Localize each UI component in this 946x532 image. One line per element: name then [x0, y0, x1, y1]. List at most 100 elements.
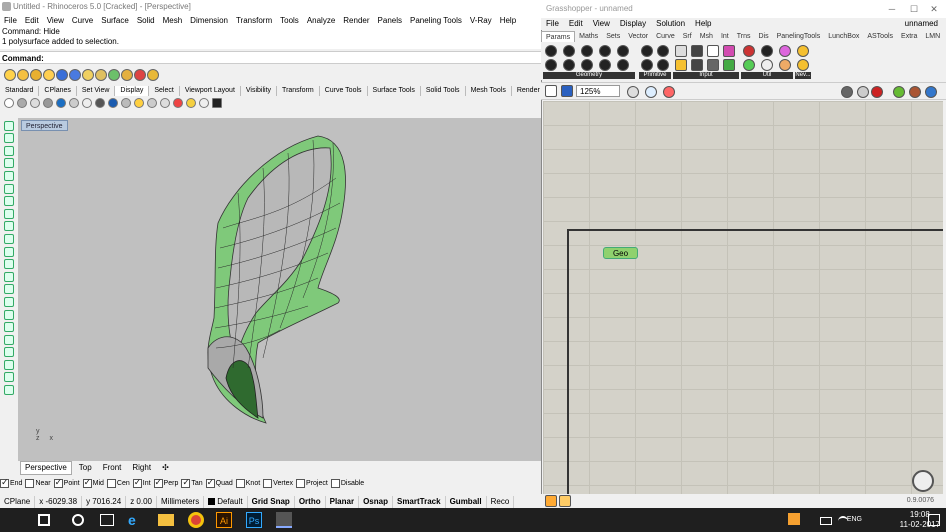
osnap-end[interactable]: End	[0, 477, 22, 488]
extrude-tool-icon[interactable]	[4, 271, 14, 282]
search-icon[interactable]	[72, 514, 84, 526]
osnap-tan[interactable]: Tan	[181, 477, 203, 488]
curvature-icon[interactable]	[160, 98, 170, 108]
environment-icon[interactable]	[186, 98, 196, 108]
param-integer-icon[interactable]	[641, 59, 653, 71]
curve-tool-icon[interactable]	[4, 158, 14, 169]
checkbox[interactable]	[181, 477, 191, 488]
info-icon[interactable]	[925, 86, 937, 98]
shaded-icon[interactable]	[17, 98, 27, 108]
viewport-tab-add[interactable]: ✣	[158, 462, 173, 474]
param-curve-icon[interactable]	[599, 45, 611, 57]
checkbox[interactable]	[235, 478, 245, 488]
command-input[interactable]: Command:	[0, 51, 541, 64]
geo-parameter-component[interactable]: Geo	[603, 247, 638, 259]
menu-analyze[interactable]: Analyze	[303, 14, 339, 27]
mesh-display-icon[interactable]	[147, 98, 157, 108]
menu-view[interactable]: View	[43, 14, 68, 27]
photoshop-icon[interactable]: Ps	[246, 512, 262, 528]
circle-tool-icon[interactable]	[4, 170, 14, 181]
menu-help[interactable]: Help	[496, 14, 520, 27]
render-icon[interactable]	[69, 69, 81, 81]
save-file-icon[interactable]	[30, 69, 42, 81]
viewport-tab-front[interactable]: Front	[99, 462, 126, 474]
checkbox[interactable]	[205, 477, 215, 488]
input-toggle-icon[interactable]	[707, 59, 719, 71]
viewport-tab-right[interactable]: Right	[128, 462, 155, 474]
checkbox[interactable]	[330, 478, 340, 488]
zoom-icon[interactable]	[95, 69, 107, 81]
param-circle-icon[interactable]	[581, 45, 593, 57]
zebra-icon[interactable]	[173, 98, 183, 108]
sketch-icon[interactable]	[663, 86, 675, 98]
osnap-disable[interactable]: Disable	[330, 478, 364, 488]
gh-tab-lmn[interactable]: LMN	[921, 31, 944, 42]
save-doc-icon[interactable]	[561, 85, 573, 97]
osnap-perp[interactable]: Perp	[153, 477, 178, 488]
taskbar-clock[interactable]: 19:08 11-02-2017	[900, 510, 940, 530]
param-brep-icon[interactable]	[563, 45, 575, 57]
gh-tab-trns[interactable]: Trns	[733, 31, 755, 42]
checkbox[interactable]	[296, 478, 306, 488]
input-panel-icon[interactable]	[675, 45, 687, 57]
gh-status-icon-2[interactable]	[559, 495, 571, 507]
tab-mesh-tools[interactable]: Mesh Tools	[466, 86, 512, 96]
gh-menu-file[interactable]: File	[541, 18, 564, 30]
tab-surface-tools[interactable]: Surface Tools	[368, 86, 421, 96]
preview-eye-icon[interactable]	[645, 86, 657, 98]
settings-icon[interactable]	[147, 69, 159, 81]
document-settings-icon[interactable]	[909, 86, 921, 98]
display-mode-icon[interactable]	[841, 86, 853, 98]
menu-tools[interactable]: Tools	[276, 14, 303, 27]
input-slider-icon[interactable]	[691, 59, 703, 71]
osnap-knot[interactable]: Knot	[235, 478, 260, 488]
display-options-icon[interactable]	[121, 98, 131, 108]
gh-tab-maths[interactable]: Maths	[575, 31, 602, 42]
wireframe-icon[interactable]	[4, 98, 14, 108]
gh-tab-vector[interactable]: Vector	[624, 31, 652, 42]
arc-tool-icon[interactable]	[4, 183, 14, 194]
mesh-tool-icon[interactable]	[4, 309, 14, 320]
osnap-vertex[interactable]: Vertex	[263, 478, 293, 488]
osnap-cen[interactable]: Cen	[106, 478, 130, 488]
chrome-icon[interactable]	[188, 512, 204, 528]
gh-tab-msh[interactable]: Msh	[696, 31, 717, 42]
menu-transform[interactable]: Transform	[232, 14, 276, 27]
param-colour-icon[interactable]	[657, 45, 669, 57]
gh-menu-view[interactable]: View	[588, 18, 615, 30]
disable-preview-icon[interactable]	[857, 86, 869, 98]
tab-transform[interactable]: Transform	[277, 86, 320, 96]
status-units[interactable]: Millimeters	[157, 496, 205, 508]
checkbox[interactable]	[25, 478, 35, 488]
toggle-planar[interactable]: Planar	[326, 496, 360, 508]
toggle-gumball[interactable]: Gumball	[446, 496, 487, 508]
rendered-icon[interactable]	[56, 98, 66, 108]
polysurface-model[interactable]	[18, 118, 541, 461]
box-tool-icon[interactable]	[4, 284, 14, 295]
text-tool-icon[interactable]	[4, 246, 14, 257]
ellipse-tool-icon[interactable]	[4, 196, 14, 207]
param-line-icon[interactable]	[563, 59, 575, 71]
checkbox[interactable]	[0, 477, 9, 488]
input-graph-icon[interactable]	[691, 45, 703, 57]
polygon-tool-icon[interactable]	[4, 221, 14, 232]
util-flask-icon[interactable]	[779, 59, 791, 71]
nev-smile-icon[interactable]	[797, 45, 809, 57]
tab-curve-tools[interactable]: Curve Tools	[320, 86, 368, 96]
surface-tool-icon[interactable]	[4, 259, 14, 270]
util-jump-icon[interactable]	[743, 59, 755, 71]
toggle-ortho[interactable]: Ortho	[295, 496, 326, 508]
gh-menu-solution[interactable]: Solution	[651, 18, 690, 30]
tab-display[interactable]: Display	[115, 86, 150, 96]
menu-mesh[interactable]: Mesh	[159, 14, 187, 27]
checkbox[interactable]	[263, 478, 273, 488]
tab-viewport-layout[interactable]: Viewport Layout	[180, 86, 241, 96]
checkbox[interactable]	[82, 477, 92, 488]
util-fruit-icon[interactable]	[779, 45, 791, 57]
checkbox[interactable]	[153, 477, 163, 488]
bake-icon[interactable]	[893, 86, 905, 98]
param-field-icon[interactable]	[617, 45, 629, 57]
viewport-tab-perspective[interactable]: Perspective	[20, 461, 72, 475]
toggle-grid-snap[interactable]: Grid Snap	[248, 496, 295, 508]
tab-standard[interactable]: Standard	[0, 86, 40, 96]
